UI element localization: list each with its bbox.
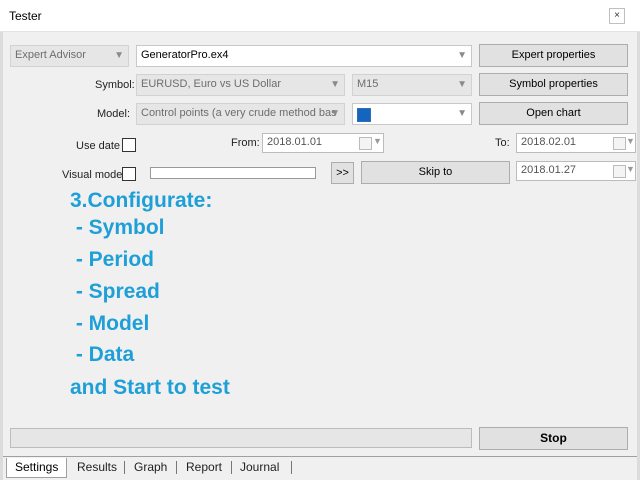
- visual-mode-label: Visual mode: [62, 169, 123, 181]
- tab-settings[interactable]: Settings: [6, 458, 68, 478]
- stop-button[interactable]: Stop: [479, 427, 628, 450]
- visual-mode-checkbox[interactable]: [122, 167, 136, 181]
- spread-select[interactable]: ▼: [352, 103, 472, 125]
- chevron-down-icon: ▼: [330, 108, 340, 119]
- expert-type-select[interactable]: Expert Advisor ▼: [10, 45, 129, 67]
- window-title: Tester: [9, 9, 42, 23]
- tab-separator: [231, 461, 232, 474]
- symbol-properties-button[interactable]: Symbol properties: [479, 73, 628, 96]
- period-value: M15: [357, 78, 379, 90]
- annotation-line-5: - Model: [70, 312, 150, 335]
- annotation-line-2: - Symbol: [70, 216, 165, 239]
- chevron-down-icon: ▼: [457, 79, 467, 90]
- annotation-line-6: - Data: [70, 343, 135, 366]
- expert-type-value: Expert Advisor: [15, 49, 86, 61]
- tab-journal[interactable]: Journal: [240, 458, 279, 478]
- annotation-line-7: and Start to test: [70, 376, 230, 399]
- expert-file-value: GeneratorPro.ex4: [141, 49, 229, 61]
- chevron-down-icon: ▼: [626, 164, 635, 174]
- to-label: To:: [495, 137, 510, 149]
- tab-separator: [176, 461, 177, 474]
- window-frame-left: [0, 32, 3, 480]
- chevron-down-icon: ▼: [330, 79, 340, 90]
- calendar-icon[interactable]: [613, 137, 626, 150]
- spread-value: [357, 108, 371, 122]
- model-select[interactable]: Control points (a very crude method bas …: [136, 103, 345, 125]
- expert-properties-button[interactable]: Expert properties: [479, 44, 628, 67]
- chevron-down-icon: ▼: [457, 108, 467, 119]
- annotation-line-1: 3.Configurate:: [70, 189, 213, 212]
- skip-to-date-input[interactable]: 2018.01.27 ▼: [516, 161, 636, 181]
- chevron-down-icon: ▼: [457, 50, 467, 61]
- calendar-icon[interactable]: [359, 137, 372, 150]
- expert-file-select[interactable]: GeneratorPro.ex4 ▼: [136, 45, 472, 67]
- tab-report[interactable]: Report: [186, 458, 222, 478]
- to-date-input[interactable]: 2018.02.01 ▼: [516, 133, 636, 153]
- period-select[interactable]: M15 ▼: [352, 74, 472, 96]
- tab-separator: [124, 461, 125, 474]
- use-date-label: Use date: [76, 140, 121, 152]
- close-icon[interactable]: ×: [609, 8, 625, 24]
- symbol-value: EURUSD, Euro vs US Dollar: [141, 78, 281, 90]
- skip-to-date-value: 2018.01.27: [521, 164, 577, 176]
- test-progress-bar: [10, 428, 472, 448]
- to-date-value: 2018.02.01: [521, 136, 577, 148]
- title-bar: [0, 0, 640, 32]
- model-label: Model:: [97, 108, 131, 120]
- annotation-line-3: - Period: [70, 248, 155, 271]
- tab-graph[interactable]: Graph: [134, 458, 167, 478]
- fast-forward-button[interactable]: >>: [331, 162, 354, 184]
- use-date-checkbox[interactable]: [122, 138, 136, 152]
- skip-to-button[interactable]: Skip to: [361, 161, 510, 184]
- model-value: Control points (a very crude method bas: [141, 107, 337, 119]
- symbol-label: Symbol:: [95, 79, 135, 91]
- from-date-value: 2018.01.01: [267, 136, 323, 148]
- tab-results[interactable]: Results: [77, 458, 117, 478]
- from-label: From:: [231, 137, 260, 149]
- calendar-icon[interactable]: [613, 165, 626, 178]
- chevron-down-icon: ▼: [373, 136, 382, 146]
- visual-speed-slider[interactable]: [150, 167, 316, 179]
- symbol-select[interactable]: EURUSD, Euro vs US Dollar ▼: [136, 74, 345, 96]
- chevron-down-icon: ▼: [114, 50, 124, 61]
- tab-separator: [291, 461, 292, 474]
- open-chart-button[interactable]: Open chart: [479, 102, 628, 125]
- chevron-down-icon: ▼: [626, 136, 635, 146]
- from-date-input[interactable]: 2018.01.01 ▼: [262, 133, 384, 153]
- annotation-line-4: - Spread: [70, 280, 160, 303]
